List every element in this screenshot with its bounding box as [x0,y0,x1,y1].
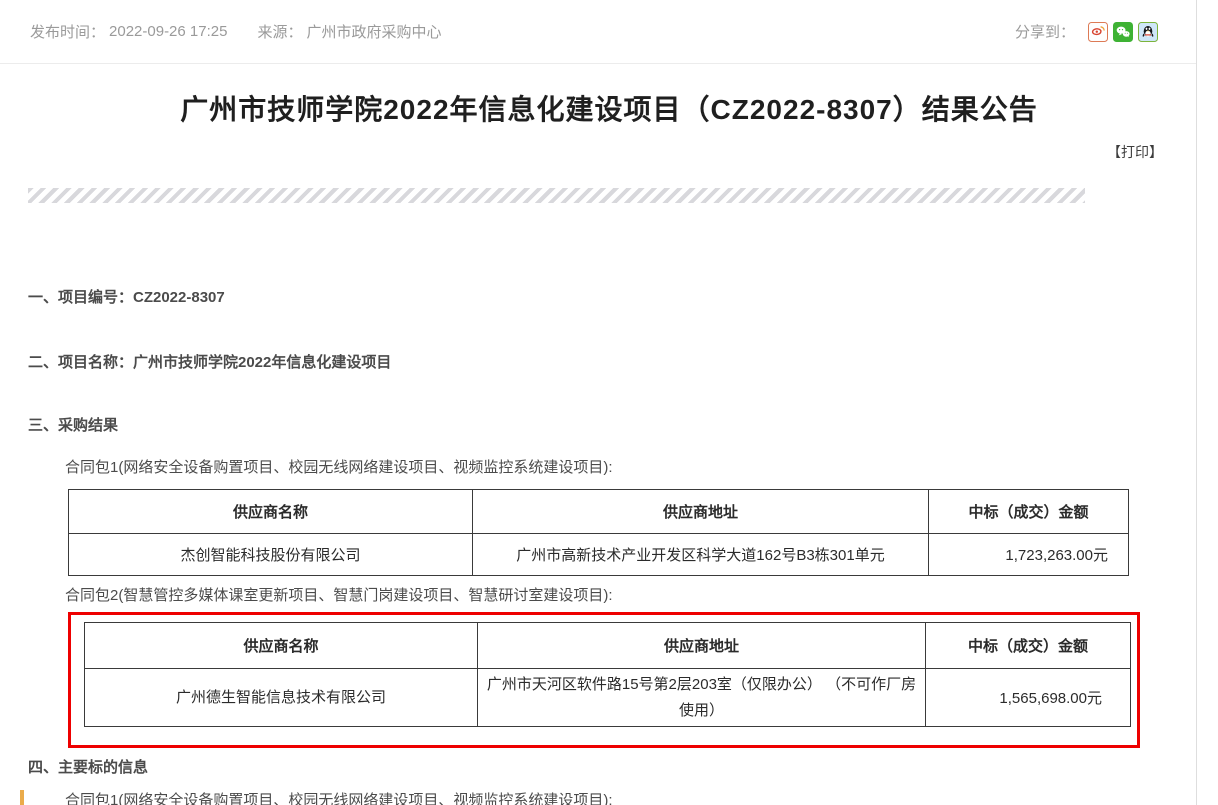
truncated-bottom-line: 合同包1(网络安全设备购置项目、校园无线网络建设项目、视频监控系统建设项目): [65,791,1218,805]
header-supplier-name: 供应商名称 [69,490,473,534]
table-header-row: 供应商名称 供应商地址 中标（成交）金额 [85,623,1131,669]
weibo-share-icon[interactable] [1088,22,1108,42]
meta-bar: 发布时间： 2022-09-26 17:25 来源： 广州市政府采购中心 分享到… [0,0,1196,64]
source-label: 来源： [257,21,302,42]
supplier-name-cell: 杰创智能科技股份有限公司 [69,534,473,576]
share-to-label: 分享到： [1015,21,1075,42]
page-title: 广州市技师学院2022年信息化建设项目（CZ2022-8307）结果公告 [60,90,1158,129]
hatched-divider [28,188,1085,203]
section-procurement-result: 三、采购结果 [28,415,1218,436]
table-row: 广州德生智能信息技术有限公司 广州市天河区软件路15号第2层203室（仅限办公）… [85,669,1131,727]
red-highlight-box: 供应商名称 供应商地址 中标（成交）金额 广州德生智能信息技术有限公司 广州市天… [68,612,1140,748]
supplier-address-cell: 广州市高新技术产业开发区科学大道162号B3栋301单元 [473,534,929,576]
section-main-subject-info: 四、主要标的信息 [28,757,1218,778]
package1-intro: 合同包1(网络安全设备购置项目、校园无线网络建设项目、视频监控系统建设项目): [65,458,1218,478]
print-row: 【打印】 [0,142,1196,162]
source-value: 广州市政府采购中心 [306,21,441,42]
header-award-amount: 中标（成交）金额 [929,490,1129,534]
publish-time-label: 发布时间： [30,21,105,42]
award-amount-cell: 1,723,263.00元 [929,534,1129,576]
announcement-page: 发布时间： 2022-09-26 17:25 来源： 广州市政府采购中心 分享到… [0,0,1218,805]
table-row: 杰创智能科技股份有限公司 广州市高新技术产业开发区科学大道162号B3栋301单… [69,534,1129,576]
package2-result-table: 供应商名称 供应商地址 中标（成交）金额 广州德生智能信息技术有限公司 广州市天… [84,622,1131,727]
header-supplier-name: 供应商名称 [85,623,478,669]
wechat-share-icon[interactable] [1113,22,1133,42]
package1-result-table: 供应商名称 供应商地址 中标（成交）金额 杰创智能科技股份有限公司 广州市高新技… [68,489,1129,576]
supplier-address-cell: 广州市天河区软件路15号第2层203室（仅限办公） （不可作厂房使用） [478,669,926,727]
artifact-mark [20,790,24,805]
award-amount-cell: 1,565,698.00元 [926,669,1131,727]
supplier-name-cell: 广州德生智能信息技术有限公司 [85,669,478,727]
header-award-amount: 中标（成交）金额 [926,623,1131,669]
publish-time-value: 2022-09-26 17:25 [109,23,227,40]
header-supplier-address: 供应商地址 [478,623,926,669]
package2-intro: 合同包2(智慧管控多媒体课室更新项目、智慧门岗建设项目、智慧研讨室建设项目): [65,586,1218,606]
right-border-rule [1196,0,1197,805]
table-header-row: 供应商名称 供应商地址 中标（成交）金额 [69,490,1129,534]
print-button[interactable]: 【打印】 [1107,144,1163,160]
qq-share-icon[interactable] [1138,22,1158,42]
section-project-name: 二、项目名称：广州市技师学院2022年信息化建设项目 [28,352,1218,373]
section-project-number: 一、项目编号：CZ2022-8307 [28,287,1218,308]
share-bar: 分享到： [1015,21,1158,42]
header-supplier-address: 供应商地址 [473,490,929,534]
